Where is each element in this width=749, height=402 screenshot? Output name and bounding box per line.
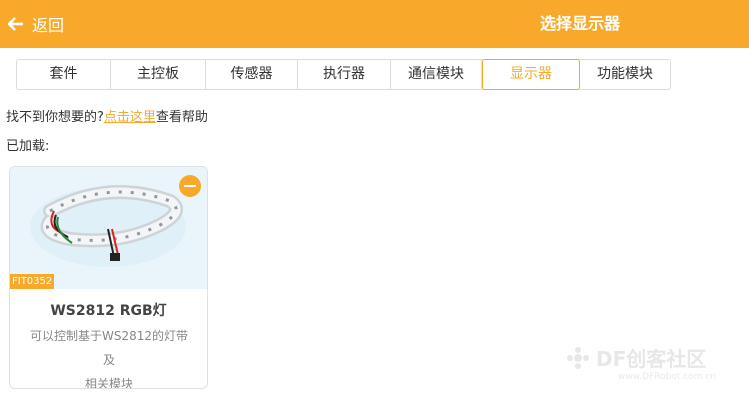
tab-sensors[interactable]: 传感器: [206, 60, 298, 89]
category-tabs: 套件 主控板 传感器 执行器 通信模块 显示器 功能模块: [16, 59, 671, 90]
back-label: 返回: [32, 16, 65, 35]
tab-main-board[interactable]: 主控板: [111, 60, 206, 89]
module-card[interactable]: FIT0352 WS2812 RGB灯 可以控制基于WS2812的灯带及 相关模…: [9, 166, 208, 389]
back-button[interactable]: 返回: [8, 0, 64, 48]
watermark: DF创客社区 www.DFRobot.com.cn: [562, 338, 747, 384]
tab-communication[interactable]: 通信模块: [391, 60, 482, 89]
tab-function-modules[interactable]: 功能模块: [580, 60, 670, 89]
arrow-left-icon: [8, 16, 24, 32]
help-prefix: 找不到你想要的?: [6, 110, 104, 125]
tab-display[interactable]: 显示器: [482, 59, 580, 90]
watermark-url: www.DFRobot.com.cn: [618, 372, 716, 382]
card-description-line2: 相关模块: [84, 377, 133, 389]
help-text: 找不到你想要的?点击这里查看帮助: [6, 106, 208, 125]
header-bar: 返回 选择显示器: [0, 0, 749, 48]
tab-kit[interactable]: 套件: [17, 60, 111, 89]
loaded-label: 已加载:: [6, 139, 50, 154]
tab-actuators[interactable]: 执行器: [298, 60, 391, 89]
dfrobot-logo-icon: [567, 347, 589, 369]
watermark-text: DF创客社区: [596, 347, 707, 371]
card-description: 可以控制基于WS2812的灯带及 相关模块: [24, 324, 194, 389]
card-title: WS2812 RGB灯: [50, 303, 167, 319]
help-suffix: 查看帮助: [155, 110, 208, 125]
sku-badge: FIT0352: [10, 274, 55, 289]
page-title: 选择显示器: [539, 14, 620, 33]
led-strip-image: FIT0352: [10, 167, 207, 289]
help-link[interactable]: 点击这里: [104, 110, 156, 125]
remove-icon[interactable]: [179, 175, 201, 197]
card-description-line1: 可以控制基于WS2812的灯带及: [29, 329, 189, 367]
